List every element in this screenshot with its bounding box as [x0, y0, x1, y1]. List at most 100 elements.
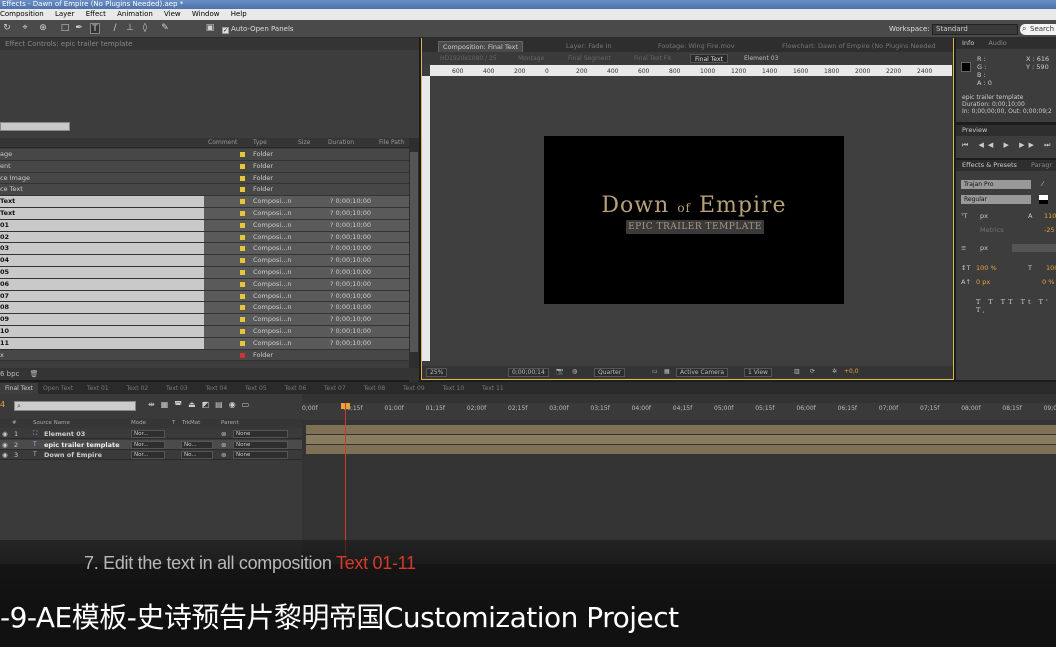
font-style-select[interactable]: Regular: [961, 195, 1031, 204]
col-mode[interactable]: Mode: [131, 419, 146, 428]
toggle-pixel-icon[interactable]: ▥: [794, 366, 800, 378]
layer-mode-select[interactable]: Nor...: [131, 430, 165, 438]
project-item-row[interactable]: Text Composi...n ? 0;00;10;00: [0, 207, 409, 220]
playhead-line[interactable]: [345, 403, 346, 563]
view-layout-select[interactable]: 1 View: [744, 368, 772, 377]
pan-behind-tool-icon[interactable]: ⊕: [38, 23, 48, 34]
layer-trkmat-select[interactable]: No...: [181, 440, 213, 449]
tracking-value[interactable]: 110: [1044, 212, 1056, 220]
vertical-scale-value[interactable]: 100 %: [976, 264, 997, 272]
layer-bar-3[interactable]: [306, 445, 1056, 454]
transparency-grid-icon[interactable]: ▦: [664, 366, 670, 378]
layer-mode-select[interactable]: Nor...: [131, 451, 165, 459]
search-help-input[interactable]: ⌕ Search: [1020, 24, 1056, 35]
visibility-eye-icon[interactable]: ◉: [2, 450, 8, 460]
project-item-row[interactable]: ce Image Folder: [0, 172, 409, 185]
label-color-swatch[interactable]: [240, 210, 245, 216]
title-down-of-empire[interactable]: Down of Empire: [544, 193, 844, 218]
flow-item[interactable]: HD1920x1080 / 25: [440, 54, 497, 63]
project-item-row[interactable]: 05 Composi...n ? 0;00;10;00: [0, 266, 409, 279]
project-item-row[interactable]: 02 Composi...n ? 0;00;10;00: [0, 231, 409, 244]
camera-tool-icon[interactable]: ⌖: [20, 23, 30, 34]
label-color-swatch[interactable]: [240, 352, 245, 358]
visibility-eye-icon[interactable]: ◉: [2, 440, 8, 450]
timeline-tab[interactable]: Final Text: [0, 383, 38, 394]
timeline-tab[interactable]: Text 07: [319, 383, 351, 394]
label-color-swatch[interactable]: [240, 234, 245, 240]
eraser-tool-icon[interactable]: ◊: [140, 23, 150, 34]
visibility-eye-icon[interactable]: ◉: [2, 429, 8, 439]
region-of-interest-icon[interactable]: ▭: [652, 366, 658, 378]
puppet-tool-icon[interactable]: ✎: [160, 23, 170, 34]
text-style-buttons[interactable]: T T TT Tt T' T,: [976, 298, 1056, 314]
layer-bar-1[interactable]: [306, 425, 1056, 434]
label-color-swatch[interactable]: [240, 175, 245, 181]
timeline-tab[interactable]: Text 03: [161, 383, 193, 394]
label-color-swatch[interactable]: [240, 317, 245, 323]
exposure-value[interactable]: +0,0: [844, 366, 859, 378]
project-item-row[interactable]: 11 Composi...n ? 0;00;10;00: [0, 337, 409, 350]
timeline-tab[interactable]: Text 05: [240, 383, 272, 394]
project-item-row[interactable]: 07 Composi...n ? 0;00;10;00: [0, 290, 409, 303]
menu-composition[interactable]: Composition: [0, 10, 44, 18]
col-source-name[interactable]: Source Name: [33, 419, 70, 428]
col-comment[interactable]: Comment: [208, 138, 237, 148]
tab-flowchart[interactable]: Flowchart: Dawn of Empire (No Plugins Ne…: [778, 41, 940, 52]
panels-icon[interactable]: ▣: [205, 23, 215, 34]
label-color-swatch[interactable]: [240, 293, 245, 299]
brush-tool-icon[interactable]: ∕: [110, 23, 120, 34]
preview-controls[interactable]: ⏮ ◀◀ ▶ ▶▶ ⏭ ◀): [962, 141, 1056, 150]
flow-item[interactable]: Element 03: [744, 54, 778, 63]
timeline-layer-row[interactable]: ◉ 3 T Down of Empire Nor... No... ⊚ None: [0, 450, 302, 460]
project-item-row[interactable]: 08 Composi...n ? 0;00;10;00: [0, 302, 409, 315]
project-item-row[interactable]: x Folder: [0, 349, 409, 362]
label-color-swatch[interactable]: [240, 152, 245, 157]
auto-open-panels-checkbox[interactable]: ✓ Auto-Open Panels: [222, 24, 294, 34]
label-color-swatch[interactable]: [240, 269, 245, 275]
resolution-select[interactable]: Quarter: [594, 368, 626, 377]
scrollbar-thumb[interactable]: [410, 152, 418, 352]
tab-footage-wing-fire[interactable]: Footage: Wing Fire.mov: [654, 41, 739, 52]
label-color-swatch[interactable]: [240, 246, 245, 252]
col-trkmat[interactable]: TrkMat: [182, 419, 200, 428]
timeline-tab[interactable]: Open Text: [38, 383, 78, 394]
layer-source-name[interactable]: Down of Empire: [44, 450, 102, 460]
reset-exposure-icon[interactable]: ✲: [832, 366, 837, 378]
layer-trkmat-select[interactable]: No...: [181, 451, 213, 459]
zoom-select[interactable]: 25%: [426, 368, 448, 377]
project-item-row[interactable]: 01 Composi...n ? 0;00;10;00: [0, 219, 409, 232]
menu-layer[interactable]: Layer: [55, 10, 75, 18]
col-size[interactable]: Size: [298, 138, 310, 148]
layer-mode-select[interactable]: Nor...: [131, 440, 165, 449]
project-item-row[interactable]: 04 Composi...n ? 0;00;10;00: [0, 255, 409, 267]
col-duration[interactable]: Duration: [328, 138, 354, 148]
horizontal-scale-value[interactable]: 100: [1046, 264, 1056, 272]
effect-controls-tab[interactable]: Effect Controls: epic trailer template: [0, 38, 419, 50]
timeline-current-time[interactable]: 4: [0, 400, 5, 409]
tab-effects-presets[interactable]: Effects & Presets: [962, 161, 1017, 169]
timeline-tab[interactable]: Text 11: [477, 383, 509, 394]
timeline-tab[interactable]: Text 04: [201, 383, 233, 394]
col-type[interactable]: Type: [253, 138, 267, 148]
timeline-layer-row[interactable]: ◉ 2 Tepic trailer template Nor... No... ⊚ None: [0, 439, 302, 450]
timeline-search-input[interactable]: ⌕: [14, 401, 136, 411]
label-color-swatch[interactable]: [240, 305, 245, 311]
timeline-graph[interactable]: 0;00f 00;15f 01;00f 01;15f 02;00f 02;15f 03;00…: [302, 394, 1056, 564]
tab-layer-fade-in[interactable]: Layer: Fade In: [562, 41, 616, 52]
eyedropper-icon[interactable]: ⁄: [1042, 180, 1043, 188]
baseline-value[interactable]: 0 px: [976, 278, 990, 286]
label-color-swatch[interactable]: [240, 199, 245, 205]
project-item-row[interactable]: ent Folder: [0, 160, 409, 173]
col-filepath[interactable]: File Path: [379, 138, 404, 148]
label-color-swatch[interactable]: [240, 187, 245, 193]
pen-tool-icon[interactable]: ✒: [74, 23, 84, 34]
composition-frame[interactable]: Down of Empire EPIC TRAILER TEMPLATE: [544, 136, 844, 304]
project-search-input[interactable]: [0, 122, 70, 131]
tab-paragraph[interactable]: Paragr: [1031, 161, 1052, 169]
color-channels-icon[interactable]: ◍: [572, 366, 577, 378]
tab-preview[interactable]: Preview: [962, 126, 987, 134]
flow-item[interactable]: Montage: [518, 54, 544, 63]
kerning-value[interactable]: Metrics: [980, 226, 1004, 234]
stroke-unit[interactable]: px: [980, 244, 988, 252]
composition-viewer[interactable]: Down of Empire EPIC TRAILER TEMPLATE: [430, 76, 952, 361]
